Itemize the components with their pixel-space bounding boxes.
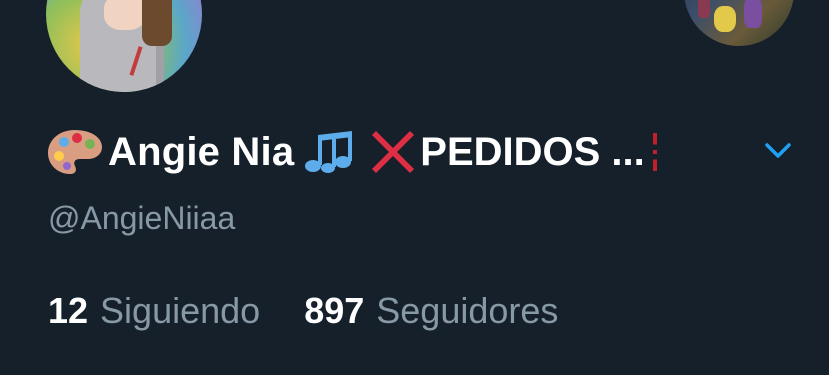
musical-notes-icon <box>305 131 353 173</box>
following-label: Siguiendo <box>100 290 261 331</box>
followers-stat[interactable]: 897 Seguidores <box>304 286 558 336</box>
avatar2-shape <box>714 6 736 32</box>
secondary-avatar[interactable] <box>684 0 794 46</box>
avatar-hair-shape <box>142 0 172 46</box>
profile-avatar[interactable] <box>46 0 202 92</box>
avatar-face-shape <box>104 0 146 30</box>
display-name: Angie Nia <box>108 130 295 174</box>
avatar2-shape <box>744 0 762 28</box>
following-stat[interactable]: 12 Siguiendo <box>48 286 260 336</box>
display-name-continuation: PEDIDOS ... <box>420 130 645 174</box>
truncated-emoji-fragment <box>652 133 657 171</box>
avatar2-shape <box>698 0 710 18</box>
followers-label: Seguidores <box>376 290 559 331</box>
followers-count: 897 <box>304 290 365 331</box>
cross-mark-icon <box>372 131 415 173</box>
follow-stats: 12 Siguiendo 897 Seguidores <box>48 286 558 336</box>
display-name-row: Angie Nia PEDIDOS ... <box>46 122 736 182</box>
user-handle: @AngieNiiaa <box>48 200 236 236</box>
following-count: 12 <box>48 290 89 331</box>
profile-header: Angie Nia PEDIDOS ... @AngieNiiaa 12 Sig… <box>0 0 829 375</box>
artist-palette-icon <box>48 130 102 174</box>
chevron-down-icon[interactable] <box>762 134 794 166</box>
